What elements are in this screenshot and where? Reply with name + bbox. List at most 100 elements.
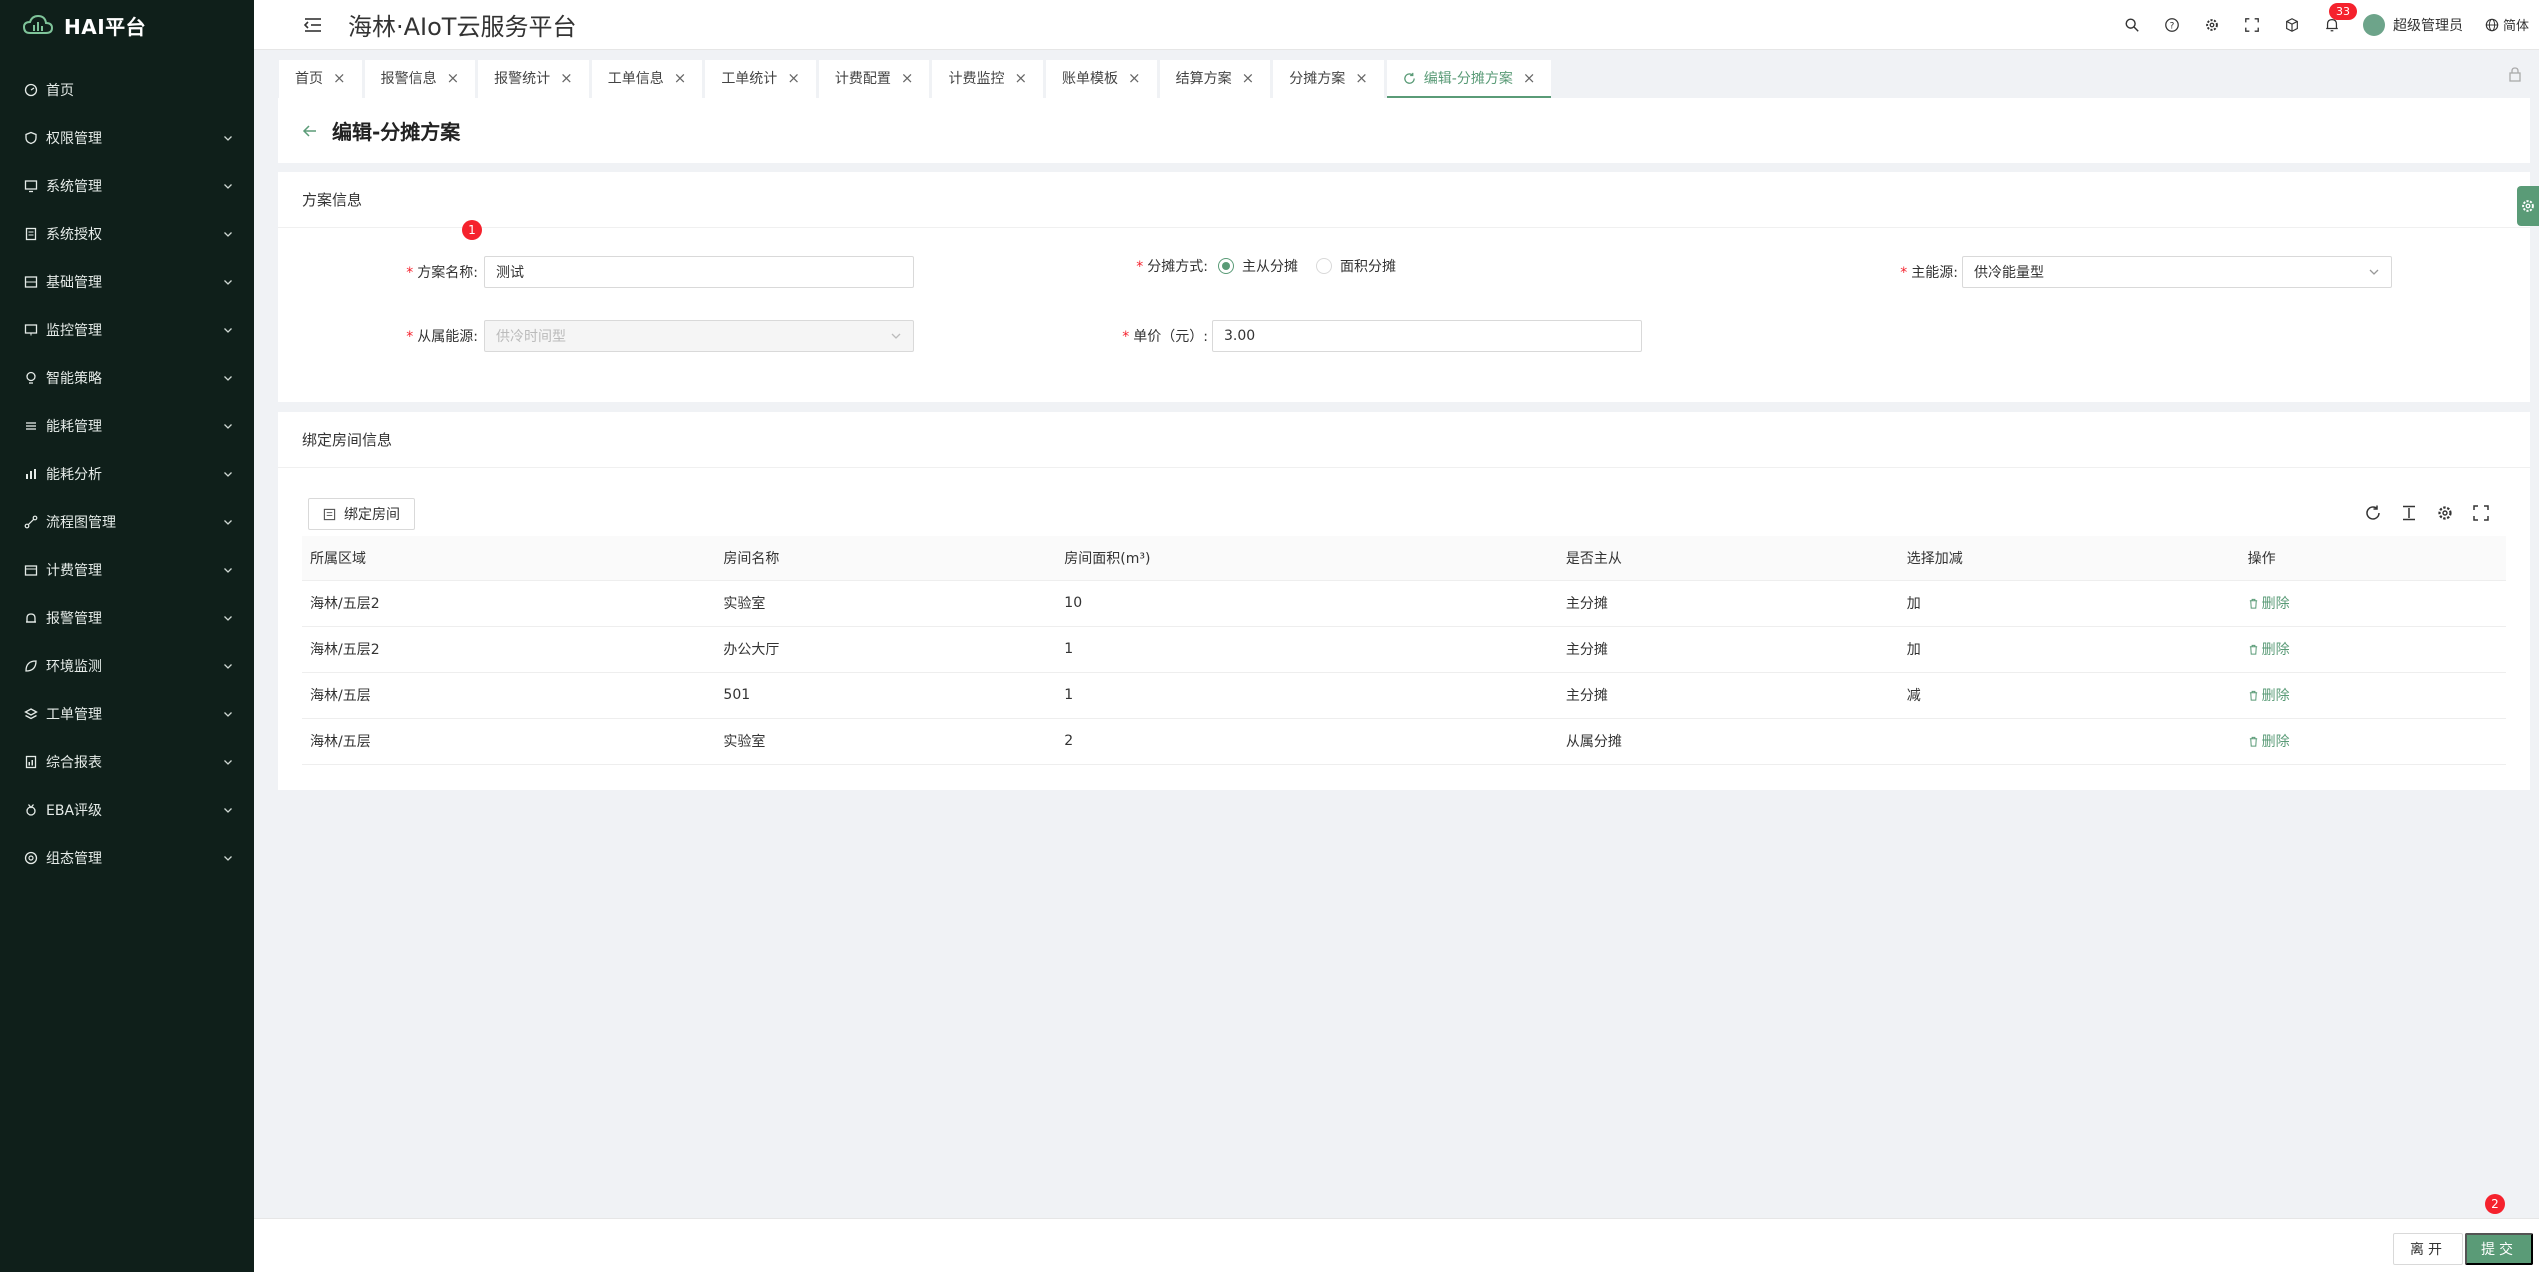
settings-icon[interactable] — [2436, 504, 2454, 522]
column-height-icon[interactable] — [2400, 504, 2418, 522]
menu-fold-icon[interactable] — [302, 14, 324, 36]
table-row: 海林/五层 实验室 2 从属分摊 删除 — [302, 718, 2506, 765]
delete-link[interactable]: 删除 — [2248, 593, 2290, 613]
chevron-down-icon — [224, 712, 232, 717]
language-label: 简体 — [2502, 19, 2529, 34]
tab-5[interactable]: 计费配置 × — [818, 60, 930, 98]
language-switch[interactable]: 简体 — [2485, 15, 2529, 34]
unit-price-input[interactable]: 3.00 — [1212, 320, 1642, 352]
sidebar-item-label: 权限管理 — [46, 131, 102, 147]
close-icon[interactable]: × — [674, 69, 687, 87]
svg-text:?: ? — [2170, 21, 2175, 31]
app-title: 海林·AIoT云服务平台 — [348, 13, 577, 41]
sub-energy-select[interactable]: 供冷时间型 — [484, 320, 914, 352]
close-icon[interactable]: × — [1355, 69, 1368, 87]
tab-0[interactable]: 首页 × — [279, 60, 362, 98]
sidebar-item-8[interactable]: 能耗分析 — [0, 450, 254, 498]
sidebar-menu: 首页权限管理系统管理系统授权 基础管理 监控管理 智能策略 能耗管理 能耗分析 流程图管理计… — [0, 66, 254, 882]
sidebar-item-2[interactable]: 系统管理 — [0, 162, 254, 210]
sidebar-item-6[interactable]: 智能策略 — [0, 354, 254, 402]
table-cell — [1898, 718, 2240, 765]
sidebar-item-16[interactable]: 组态管理 — [0, 834, 254, 882]
delete-link[interactable]: 删除 — [2248, 685, 2290, 705]
column-header: 是否主从 — [1557, 536, 1899, 581]
fullscreen-icon[interactable] — [2472, 504, 2490, 522]
sidebar-item-3[interactable]: 系统授权 — [0, 210, 254, 258]
settings-icon — [2522, 200, 2534, 212]
close-icon[interactable]: × — [1128, 69, 1141, 87]
cube-icon[interactable] — [2283, 16, 2301, 34]
tab-list: 首页 × 报警信息 × 报警统计 × 工单信息 × 工单统计 × 计费配置 × 计费监控 × 账单模板 × 结算… — [279, 60, 1552, 98]
delete-link[interactable]: 删除 — [2248, 731, 2290, 751]
table-cell: 办公大厅 — [715, 626, 1057, 673]
tab-10[interactable]: 编辑-分摊方案 × — [1386, 60, 1552, 98]
close-icon[interactable]: × — [787, 69, 800, 87]
allocation-method-label: * 分摊方式: — [1136, 259, 1208, 275]
main-energy-label: * 主能源: — [1900, 265, 1958, 281]
floating-settings-button[interactable] — [2517, 186, 2539, 226]
step-marker-1: 1 — [462, 220, 482, 240]
lock-icon[interactable] — [2507, 66, 2523, 82]
close-icon[interactable]: × — [1523, 69, 1536, 87]
user-menu[interactable]: 超级管理员 — [2362, 13, 2463, 36]
close-icon[interactable]: × — [1014, 69, 1027, 87]
table-cell: 删除 — [2239, 626, 2506, 673]
table-cell: 删除 — [2239, 580, 2506, 627]
table-cell: 删除 — [2239, 718, 2506, 765]
chevron-down-icon — [891, 333, 901, 339]
sidebar-item-15[interactable]: EBA评级 — [0, 786, 254, 834]
chevron-down-icon — [2369, 269, 2379, 275]
table-row: 海林/五层2 办公大厅 1 主分摊加删除 — [302, 626, 2506, 673]
help-icon[interactable]: ? — [2163, 16, 2181, 34]
tab-9[interactable]: 分摊方案 × — [1273, 60, 1384, 98]
sidebar-item-14[interactable]: 综合报表 — [0, 738, 254, 786]
submit-button[interactable]: 提交 — [2465, 1233, 2533, 1265]
sidebar-item-label: 工单管理 — [46, 707, 102, 723]
logo[interactable]: HAI平台 — [0, 0, 254, 50]
close-icon[interactable]: × — [560, 69, 573, 87]
bell-icon[interactable]: 33 — [2323, 2, 2357, 34]
tab-8[interactable]: 结算方案 × — [1159, 60, 1271, 98]
sidebar-item-12[interactable]: 环境监测 — [0, 642, 254, 690]
fullscreen-icon[interactable] — [2243, 16, 2261, 34]
sidebar-item-1[interactable]: 权限管理 — [0, 114, 254, 162]
tab-3[interactable]: 工单信息 × — [591, 60, 703, 98]
sidebar-item-13[interactable]: 工单管理 — [0, 690, 254, 738]
sidebar-item-label: 组态管理 — [46, 851, 102, 867]
table-cell: 主分摊 — [1557, 672, 1899, 719]
scheme-name-input[interactable]: 测试 — [484, 256, 914, 288]
avatar — [2362, 13, 2385, 36]
radio-area[interactable]: 面积分摊 — [1316, 256, 1396, 276]
close-icon[interactable]: × — [333, 69, 346, 87]
close-icon[interactable]: × — [1242, 69, 1255, 87]
sidebar-item-11[interactable]: 报警管理 — [0, 594, 254, 642]
sidebar-item-0[interactable]: 首页 — [0, 66, 254, 114]
bind-room-button[interactable]: 绑定房间 — [308, 498, 415, 530]
close-icon[interactable]: × — [447, 69, 460, 87]
tab-4[interactable]: 工单统计 × — [705, 60, 816, 98]
sidebar-item-label: 首页 — [46, 83, 74, 99]
delete-link[interactable]: 删除 — [2248, 639, 2290, 659]
sidebar-item-label: 系统管理 — [46, 179, 102, 195]
globe-icon — [2485, 18, 2499, 31]
close-icon[interactable]: × — [901, 69, 914, 87]
back-arrow-icon[interactable] — [302, 123, 318, 139]
tab-6[interactable]: 计费监控 × — [932, 60, 1044, 98]
sidebar-item-4[interactable]: 基础管理 — [0, 258, 254, 306]
radio-master-slave[interactable]: 主从分摊 — [1218, 256, 1298, 276]
sidebar-item-9[interactable]: 流程图管理 — [0, 498, 254, 546]
refresh-icon[interactable] — [2364, 504, 2382, 522]
refresh-icon[interactable] — [1403, 72, 1416, 85]
sub-energy-row: * 从属能源: 供冷时间型 — [348, 320, 914, 352]
tab-2[interactable]: 报警统计 × — [478, 60, 589, 98]
tab-1[interactable]: 报警信息 × — [364, 60, 476, 98]
search-icon[interactable] — [2123, 16, 2141, 34]
sidebar-item-10[interactable]: 计费管理 — [0, 546, 254, 594]
tab-7[interactable]: 账单模板 × — [1046, 60, 1157, 98]
main-energy-select[interactable]: 供冷能量型 — [1962, 256, 2392, 288]
sidebar-item-5[interactable]: 监控管理 — [0, 306, 254, 354]
settings-icon[interactable] — [2203, 16, 2221, 34]
sidebar-item-7[interactable]: 能耗管理 — [0, 402, 254, 450]
table-cell: 1 — [1056, 672, 1558, 719]
leave-button[interactable]: 离开 — [2393, 1233, 2463, 1265]
